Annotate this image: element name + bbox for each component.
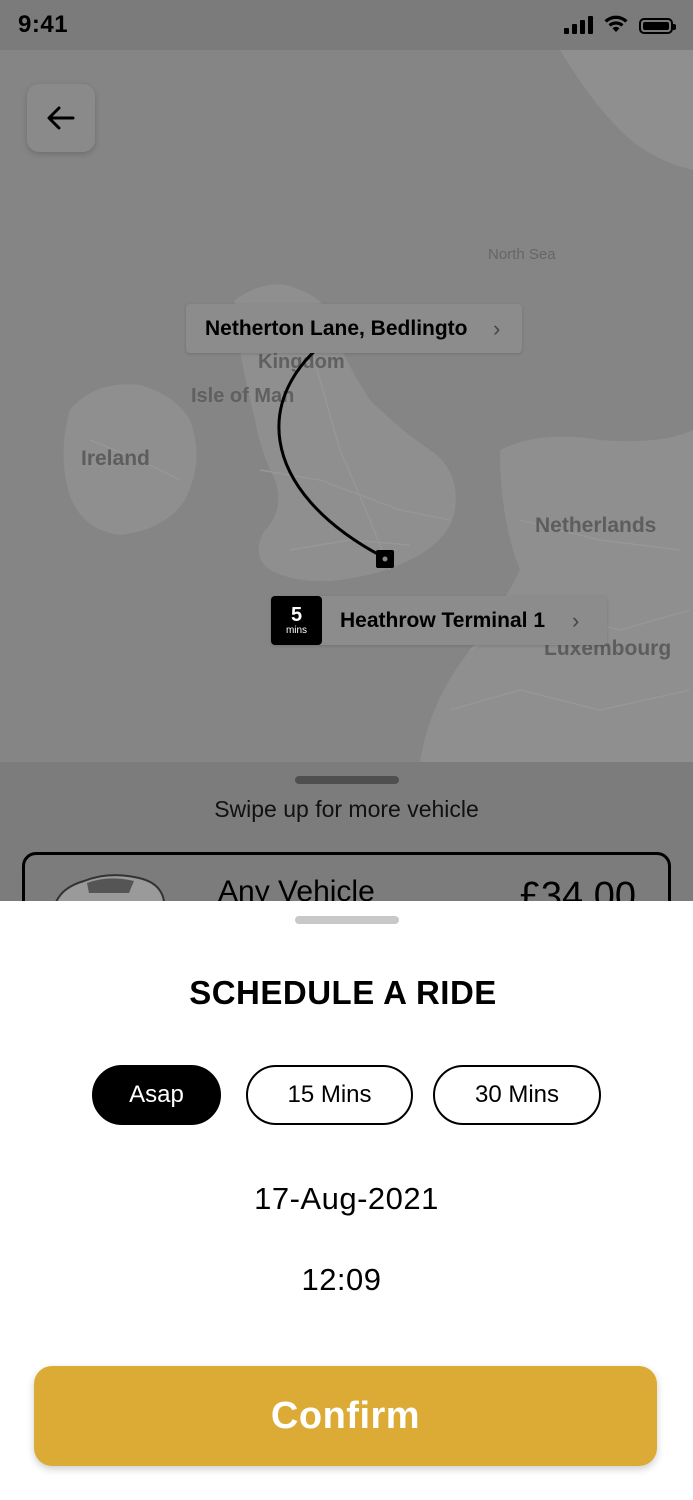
arrow-left-icon bbox=[47, 106, 75, 130]
pickup-location-label: Netherton Lane, Bedlingto bbox=[205, 316, 468, 340]
vehicle-sheet: Swipe up for more vehicle Any Vehicle £3… bbox=[0, 762, 693, 932]
schedule-sheet-handle[interactable] bbox=[295, 916, 399, 924]
option-15-mins[interactable]: 15 Mins bbox=[246, 1065, 413, 1125]
pickup-location-chip[interactable]: Netherton Lane, Bedlingto › bbox=[186, 304, 522, 353]
wifi-icon bbox=[604, 15, 628, 32]
confirm-button[interactable]: Confirm bbox=[34, 1366, 657, 1466]
schedule-sheet: SCHEDULE A RIDE Asap 15 Mins 30 Mins 17-… bbox=[0, 901, 693, 1500]
back-button[interactable] bbox=[27, 84, 95, 152]
eta-badge: 5 mins bbox=[271, 596, 322, 645]
chevron-right-icon: › bbox=[493, 315, 501, 341]
dropoff-location-label: Heathrow Terminal 1 bbox=[340, 608, 545, 632]
signal-icon bbox=[564, 14, 593, 34]
screen: 9:41 North Sea Kingdom Isle of Man Irela… bbox=[0, 0, 693, 1500]
swipe-hint: Swipe up for more vehicle bbox=[214, 796, 479, 822]
map-view[interactable]: North Sea United Kingdom Isle of Man Ire… bbox=[0, 50, 693, 762]
eta-value: 5 bbox=[290, 603, 303, 626]
chevron-right-icon: › bbox=[572, 607, 580, 633]
status-icons bbox=[564, 14, 676, 34]
route-path bbox=[277, 323, 394, 568]
battery-icon bbox=[639, 18, 676, 34]
eta-unit: mins bbox=[285, 624, 308, 636]
time-picker[interactable]: 12:09 bbox=[0, 1262, 683, 1298]
status-bar: 9:41 bbox=[0, 0, 693, 50]
schedule-title: SCHEDULE A RIDE bbox=[189, 974, 497, 1011]
option-asap[interactable]: Asap bbox=[92, 1065, 221, 1125]
vehicle-sheet-handle[interactable] bbox=[295, 776, 399, 784]
dropoff-location-chip[interactable]: 5 mins Heathrow Terminal 1 › bbox=[271, 596, 607, 645]
status-time: 9:41 bbox=[18, 11, 69, 38]
date-picker[interactable]: 17-Aug-2021 bbox=[0, 1181, 693, 1217]
option-30-mins[interactable]: 30 Mins bbox=[433, 1065, 601, 1125]
